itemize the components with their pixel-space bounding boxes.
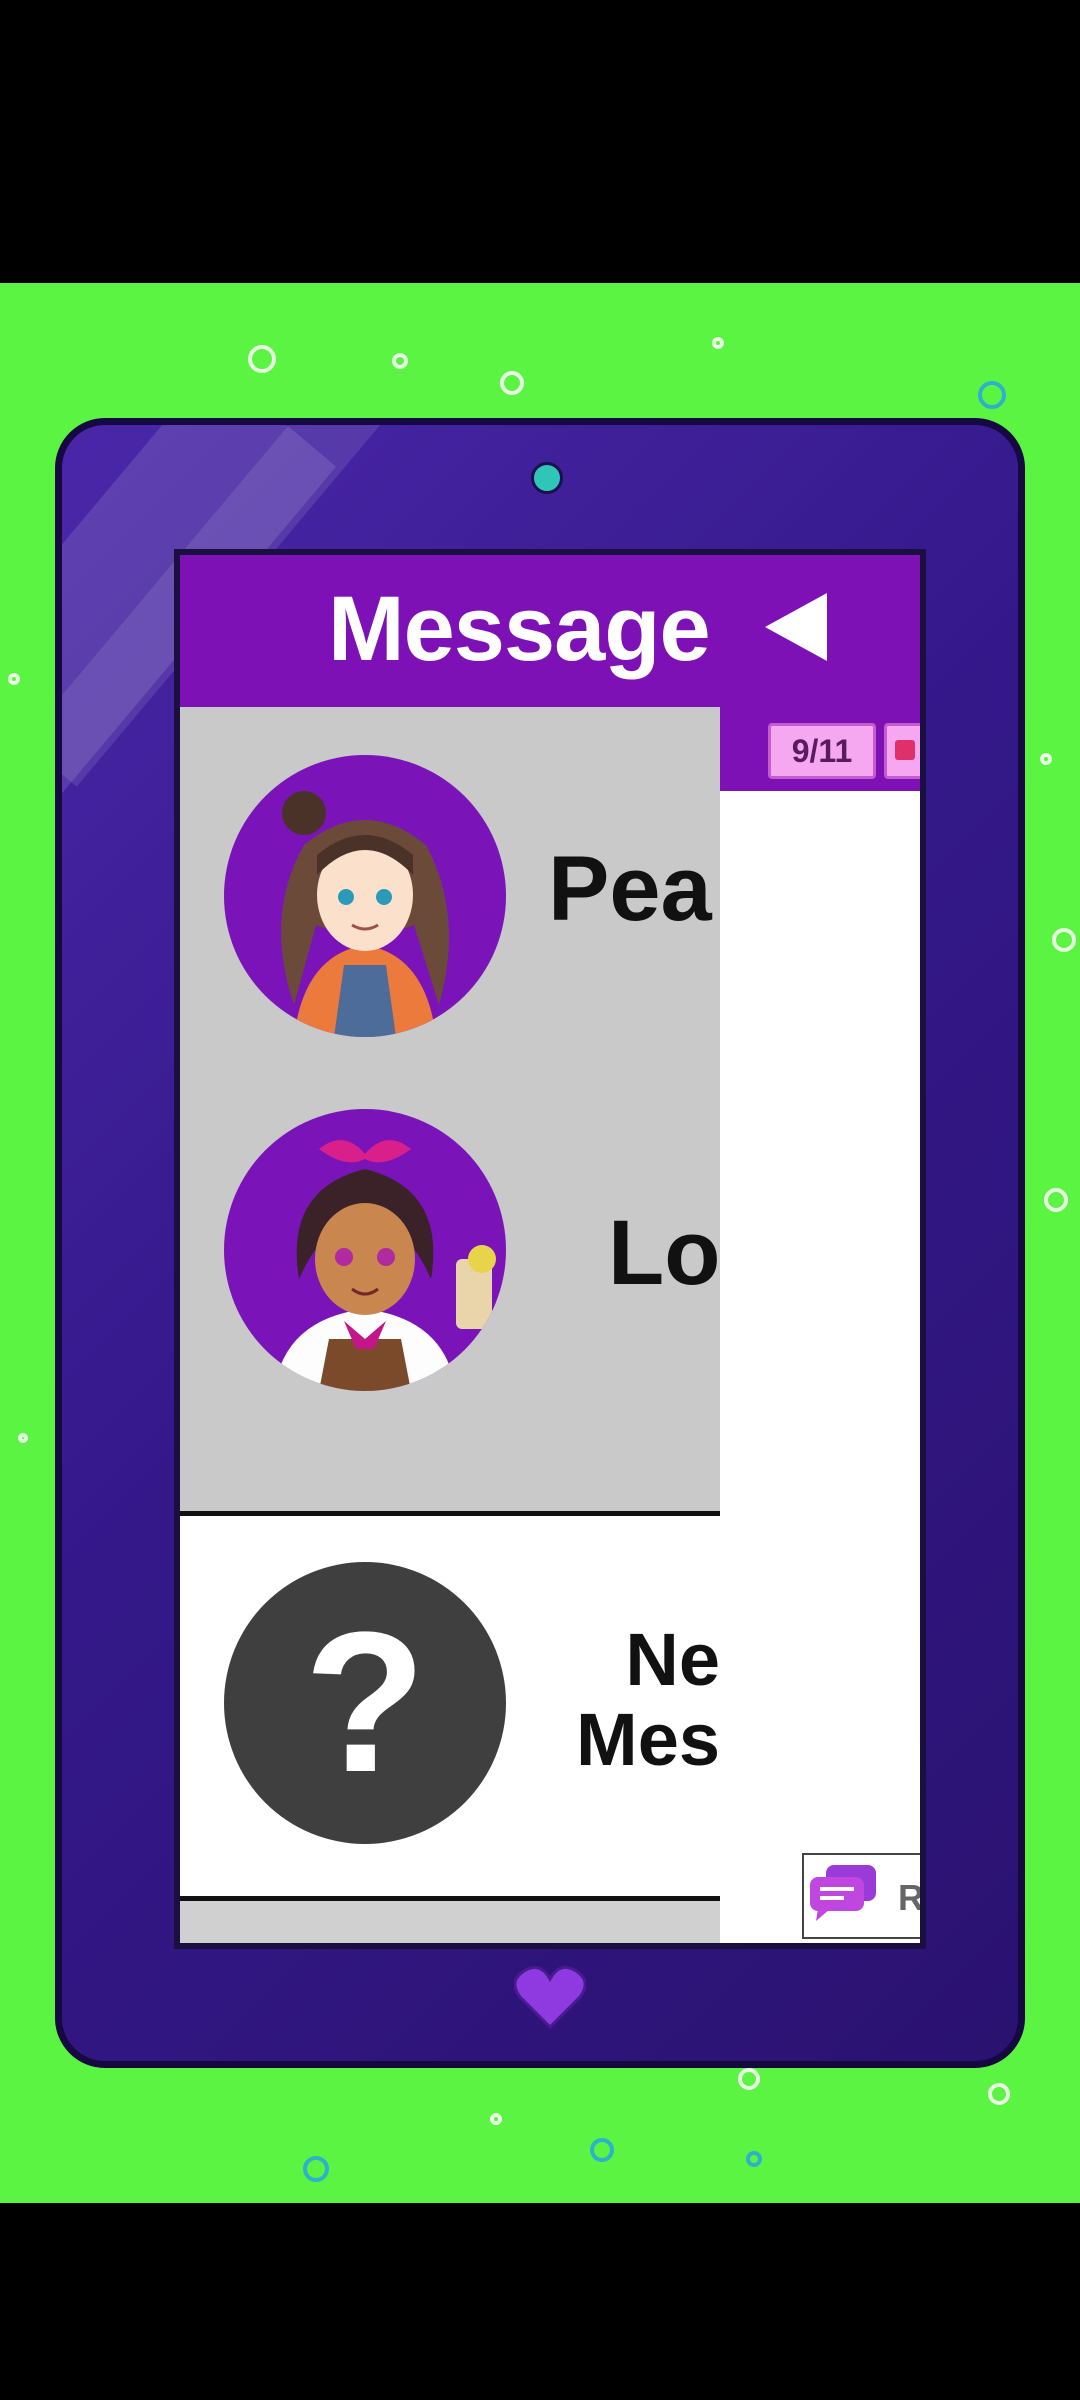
contact-row[interactable]: Pea (180, 707, 720, 1109)
bubble-decoration (746, 2151, 762, 2167)
chat-bubble-icon (810, 1865, 876, 1921)
contact-row[interactable]: Lot (180, 1109, 720, 1511)
next-row-preview (180, 1901, 720, 1943)
bubble-decoration (500, 371, 524, 395)
avatar (224, 1109, 506, 1391)
reply-button[interactable]: Repl (802, 1853, 924, 1939)
avatar (224, 755, 506, 1037)
bubble-decoration (978, 381, 1006, 409)
new-message-label: Ne Mes (558, 1620, 720, 1780)
notification-icon[interactable] (884, 723, 920, 779)
unknown-avatar: ? (224, 1562, 506, 1844)
bubble-decoration (1040, 753, 1052, 765)
bubble-decoration (303, 2156, 329, 2182)
message-header: Message (180, 555, 920, 707)
bubble-decoration (590, 2138, 614, 2162)
new-message-line1: Ne (625, 1618, 720, 1701)
page-title: Message (328, 578, 711, 680)
bubble-decoration (988, 2083, 1010, 2105)
bubble-decoration (1044, 1188, 1068, 1212)
new-message-line2: Mes (576, 1698, 720, 1781)
bubble-decoration (8, 673, 20, 685)
contact-name: Lot (608, 1202, 720, 1304)
heart-home-icon[interactable] (514, 1965, 586, 2029)
waitress-portrait-icon (274, 1140, 496, 1391)
bubble-decoration (248, 345, 276, 373)
message-counter: 9/11 (768, 723, 876, 779)
bubble-decoration (712, 337, 724, 349)
contact-name: Pea (548, 838, 712, 940)
phone-screen: Message 9/11 Pea Lo ? Ne Mes R (174, 549, 926, 1949)
bubble-decoration (18, 1433, 28, 1443)
girl-portrait-icon (281, 791, 449, 1037)
camera-dot (531, 462, 563, 494)
tablet-device: Message 9/11 Pea Lo ? Ne Mes R (55, 418, 1025, 2068)
bubble-decoration (490, 2113, 502, 2125)
back-arrow-icon[interactable] (765, 593, 827, 661)
reply-label: Repl (898, 1877, 924, 1918)
question-mark-icon: ? (303, 1591, 427, 1814)
bubble-decoration (1052, 928, 1076, 952)
bubble-decoration (392, 353, 408, 369)
contact-list: Pea Lo ? Ne Mes (180, 707, 720, 1943)
unknown-contact-row[interactable]: ? Ne Mes (180, 1516, 720, 1896)
bubble-decoration (738, 2068, 760, 2090)
